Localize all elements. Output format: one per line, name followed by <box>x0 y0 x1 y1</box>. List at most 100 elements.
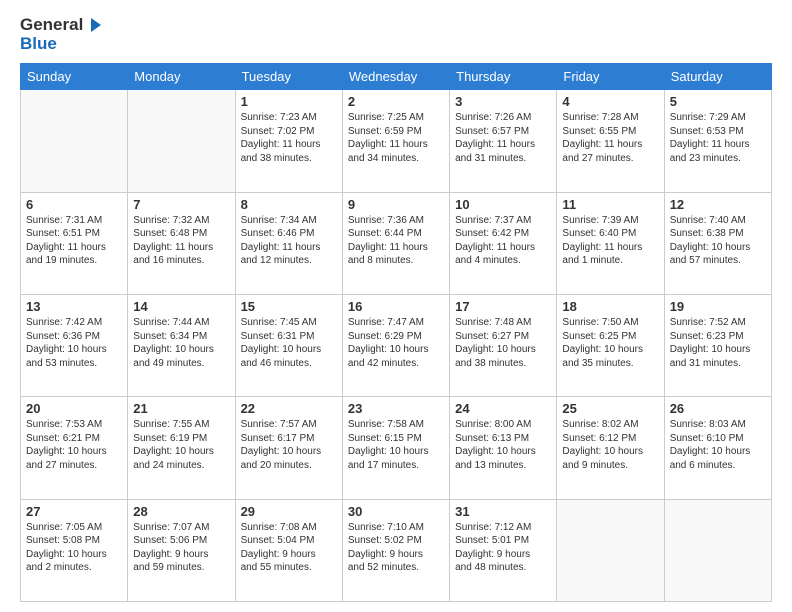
calendar-cell: 5Sunrise: 7:29 AMSunset: 6:53 PMDaylight… <box>664 90 771 192</box>
cell-content: Sunrise: 7:42 AMSunset: 6:36 PMDaylight:… <box>26 316 122 370</box>
header: General Blue <box>20 16 772 53</box>
calendar-cell: 14 Sunrise: 7:44 AMSunset: 6:34 PMDayligh… <box>128 295 235 397</box>
calendar-cell: 15 Sunrise: 7:45 AMSunset: 6:31 PMDayligh… <box>235 295 342 397</box>
day-number: 23 <box>348 401 444 416</box>
calendar-cell: 12 Sunrise: 7:40 AMSunset: 6:38 PMDayligh… <box>664 192 771 294</box>
cell-content: Sunrise: 7:12 AMSunset: 5:01 PMDaylight:… <box>455 521 551 575</box>
calendar-cell: 30Sunrise: 7:10 AMSunset: 5:02 PMDayligh… <box>342 499 449 601</box>
day-number: 15 <box>241 299 337 314</box>
day-number: 12 <box>670 197 766 212</box>
day-number: 3 <box>455 94 551 109</box>
cell-content: Sunrise: 7:48 AMSunset: 6:27 PMDaylight:… <box>455 316 551 370</box>
col-header-tuesday: Tuesday <box>235 64 342 90</box>
day-number: 29 <box>241 504 337 519</box>
day-number: 4 <box>562 94 658 109</box>
calendar-cell: 11 Sunrise: 7:39 AMSunset: 6:40 PMDayligh… <box>557 192 664 294</box>
calendar-cell: 27Sunrise: 7:05 AMSunset: 5:08 PMDayligh… <box>21 499 128 601</box>
cell-content: Sunrise: 7:45 AMSunset: 6:31 PMDaylight:… <box>241 316 337 370</box>
day-number: 20 <box>26 401 122 416</box>
cell-content: Sunrise: 8:03 AMSunset: 6:10 PMDaylight:… <box>670 418 766 472</box>
calendar-week-3: 20 Sunrise: 7:53 AMSunset: 6:21 PMDayligh… <box>21 397 772 499</box>
day-number: 14 <box>133 299 229 314</box>
cell-content: Sunrise: 7:29 AMSunset: 6:53 PMDaylight:… <box>670 111 766 165</box>
logo: General Blue <box>20 16 103 53</box>
calendar-week-2: 13 Sunrise: 7:42 AMSunset: 6:36 PMDayligh… <box>21 295 772 397</box>
day-number: 8 <box>241 197 337 212</box>
cell-content: Sunrise: 7:28 AMSunset: 6:55 PMDaylight:… <box>562 111 658 165</box>
cell-content: Sunrise: 8:02 AMSunset: 6:12 PMDaylight:… <box>562 418 658 472</box>
day-number: 31 <box>455 504 551 519</box>
calendar-cell: 23 Sunrise: 7:58 AMSunset: 6:15 PMDayligh… <box>342 397 449 499</box>
calendar-cell: 8 Sunrise: 7:34 AMSunset: 6:46 PMDaylight… <box>235 192 342 294</box>
day-number: 22 <box>241 401 337 416</box>
cell-content: Sunrise: 7:34 AMSunset: 6:46 PMDaylight:… <box>241 214 337 268</box>
day-number: 18 <box>562 299 658 314</box>
cell-content: Sunrise: 7:23 AMSunset: 7:02 PMDaylight:… <box>241 111 337 165</box>
calendar-cell <box>21 90 128 192</box>
cell-content: Sunrise: 7:50 AMSunset: 6:25 PMDaylight:… <box>562 316 658 370</box>
calendar-cell: 31 Sunrise: 7:12 AMSunset: 5:01 PMDayligh… <box>450 499 557 601</box>
calendar-cell: 28 Sunrise: 7:07 AMSunset: 5:06 PMDayligh… <box>128 499 235 601</box>
calendar-cell: 17 Sunrise: 7:48 AMSunset: 6:27 PMDayligh… <box>450 295 557 397</box>
day-number: 27 <box>26 504 122 519</box>
calendar-cell: 4 Sunrise: 7:28 AMSunset: 6:55 PMDaylight… <box>557 90 664 192</box>
calendar-cell: 10 Sunrise: 7:37 AMSunset: 6:42 PMDayligh… <box>450 192 557 294</box>
day-number: 17 <box>455 299 551 314</box>
day-number: 24 <box>455 401 551 416</box>
cell-content: Sunrise: 7:36 AMSunset: 6:44 PMDaylight:… <box>348 214 444 268</box>
calendar-cell <box>664 499 771 601</box>
calendar-week-0: 1Sunrise: 7:23 AMSunset: 7:02 PMDaylight… <box>21 90 772 192</box>
day-number: 2 <box>348 94 444 109</box>
calendar-week-4: 27Sunrise: 7:05 AMSunset: 5:08 PMDayligh… <box>21 499 772 601</box>
day-number: 11 <box>562 197 658 212</box>
cell-content: Sunrise: 7:25 AMSunset: 6:59 PMDaylight:… <box>348 111 444 165</box>
cell-content: Sunrise: 7:26 AMSunset: 6:57 PMDaylight:… <box>455 111 551 165</box>
calendar-cell <box>128 90 235 192</box>
calendar-cell: 6Sunrise: 7:31 AMSunset: 6:51 PMDaylight… <box>21 192 128 294</box>
col-header-wednesday: Wednesday <box>342 64 449 90</box>
cell-content: Sunrise: 7:44 AMSunset: 6:34 PMDaylight:… <box>133 316 229 370</box>
logo-arrow-icon <box>85 16 103 34</box>
cell-content: Sunrise: 7:37 AMSunset: 6:42 PMDaylight:… <box>455 214 551 268</box>
page: General Blue SundayMondayTuesdayWednesda… <box>0 0 792 612</box>
cell-content: Sunrise: 7:32 AMSunset: 6:48 PMDaylight:… <box>133 214 229 268</box>
calendar-cell: 25 Sunrise: 8:02 AMSunset: 6:12 PMDayligh… <box>557 397 664 499</box>
calendar-cell: 3 Sunrise: 7:26 AMSunset: 6:57 PMDaylight… <box>450 90 557 192</box>
day-number: 30 <box>348 504 444 519</box>
col-header-thursday: Thursday <box>450 64 557 90</box>
cell-content: Sunrise: 7:39 AMSunset: 6:40 PMDaylight:… <box>562 214 658 268</box>
calendar-cell <box>557 499 664 601</box>
day-number: 25 <box>562 401 658 416</box>
day-number: 13 <box>26 299 122 314</box>
cell-content: Sunrise: 7:52 AMSunset: 6:23 PMDaylight:… <box>670 316 766 370</box>
logo-general: General <box>20 16 83 35</box>
cell-content: Sunrise: 7:55 AMSunset: 6:19 PMDaylight:… <box>133 418 229 472</box>
cell-content: Sunrise: 7:08 AMSunset: 5:04 PMDaylight:… <box>241 521 337 575</box>
calendar-cell: 21 Sunrise: 7:55 AMSunset: 6:19 PMDayligh… <box>128 397 235 499</box>
cell-content: Sunrise: 7:53 AMSunset: 6:21 PMDaylight:… <box>26 418 122 472</box>
cell-content: Sunrise: 8:00 AMSunset: 6:13 PMDaylight:… <box>455 418 551 472</box>
col-header-sunday: Sunday <box>21 64 128 90</box>
day-number: 16 <box>348 299 444 314</box>
cell-content: Sunrise: 7:47 AMSunset: 6:29 PMDaylight:… <box>348 316 444 370</box>
calendar-cell: 7Sunrise: 7:32 AMSunset: 6:48 PMDaylight… <box>128 192 235 294</box>
cell-content: Sunrise: 7:40 AMSunset: 6:38 PMDaylight:… <box>670 214 766 268</box>
calendar-cell: 19 Sunrise: 7:52 AMSunset: 6:23 PMDayligh… <box>664 295 771 397</box>
day-number: 10 <box>455 197 551 212</box>
cell-content: Sunrise: 7:31 AMSunset: 6:51 PMDaylight:… <box>26 214 122 268</box>
day-number: 19 <box>670 299 766 314</box>
calendar-table: SundayMondayTuesdayWednesdayThursdayFrid… <box>20 63 772 602</box>
cell-content: Sunrise: 7:58 AMSunset: 6:15 PMDaylight:… <box>348 418 444 472</box>
col-header-monday: Monday <box>128 64 235 90</box>
calendar-cell: 20 Sunrise: 7:53 AMSunset: 6:21 PMDayligh… <box>21 397 128 499</box>
calendar-header-row: SundayMondayTuesdayWednesdayThursdayFrid… <box>21 64 772 90</box>
calendar-cell: 29 Sunrise: 7:08 AMSunset: 5:04 PMDayligh… <box>235 499 342 601</box>
col-header-friday: Friday <box>557 64 664 90</box>
col-header-saturday: Saturday <box>664 64 771 90</box>
day-number: 21 <box>133 401 229 416</box>
day-number: 28 <box>133 504 229 519</box>
calendar-week-1: 6Sunrise: 7:31 AMSunset: 6:51 PMDaylight… <box>21 192 772 294</box>
calendar-cell: 22Sunrise: 7:57 AMSunset: 6:17 PMDayligh… <box>235 397 342 499</box>
cell-content: Sunrise: 7:07 AMSunset: 5:06 PMDaylight:… <box>133 521 229 575</box>
calendar-cell: 1Sunrise: 7:23 AMSunset: 7:02 PMDaylight… <box>235 90 342 192</box>
